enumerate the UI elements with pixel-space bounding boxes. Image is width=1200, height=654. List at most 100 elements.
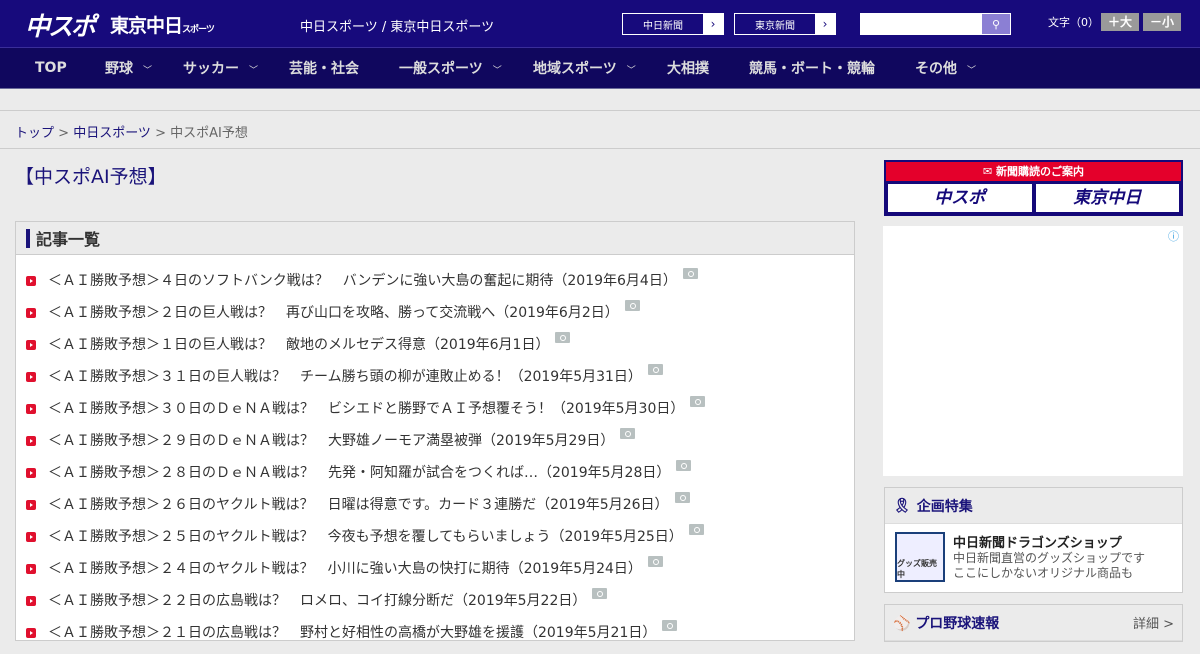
nav-racing[interactable]: 競馬・ボート・競輪 — [749, 58, 875, 78]
subscribe-tokyo-button[interactable]: 東京中日 — [1035, 184, 1179, 212]
article-item[interactable]: ＜ＡＩ勝敗予想＞２６日のヤクルト戦は？ 日曜は得意です。カード３連勝だ（2019… — [16, 492, 854, 526]
article-item[interactable]: ＜ＡＩ勝敗予想＞２９日のＤｅＮＡ戦は？ 大野雄ノーモア満塁被弾（2019年5月2… — [16, 428, 854, 462]
newspaper-icon: ✉ — [982, 165, 997, 178]
article-link[interactable]: ＜ＡＩ勝敗予想＞２４日のヤクルト戦は？ 小川に強い大島の快打に期待（2019年5… — [48, 558, 642, 578]
detail-link[interactable]: 詳細 > — [1133, 613, 1174, 632]
search-input[interactable] — [861, 14, 982, 34]
breadcrumb-top[interactable]: トップ — [15, 126, 54, 141]
search-icon[interactable]: ⚲ — [982, 14, 1010, 34]
nav-label: 野球 — [105, 61, 133, 77]
subscription-title-text: 新聞購読のご案内 — [996, 165, 1085, 178]
article-item[interactable]: ＜ＡＩ勝敗予想＞４日のソフトバンク戦は？ バンデンに強い大島の奮起に期待（201… — [16, 268, 854, 302]
nav-label: 芸能・社会 — [289, 61, 359, 77]
baseball-icon: ⚾ — [893, 615, 916, 632]
nav-label: 一般スポーツ — [399, 61, 483, 77]
video-icon — [26, 308, 36, 318]
font-larger-button[interactable]: ＋大 — [1101, 13, 1139, 31]
article-item[interactable]: ＜ＡＩ勝敗予想＞２４日のヤクルト戦は？ 小川に強い大島の快打に期待（2019年5… — [16, 556, 854, 590]
breadcrumb: トップ > 中日スポーツ > 中スポAI予想 — [0, 111, 1200, 149]
link-label: 東京新聞 — [755, 20, 795, 32]
video-icon — [26, 372, 36, 382]
chuspo-logo[interactable]: 中スポ — [25, 7, 96, 43]
article-list-heading: 記事一覧 — [36, 230, 101, 249]
article-item[interactable]: ＜ＡＩ勝敗予想＞２５日のヤクルト戦は？ 今夜も予想を覆してもらいましょう（201… — [16, 524, 854, 558]
chevron-down-icon: ﹀ — [143, 66, 153, 76]
chevron-down-icon: ﹀ — [492, 66, 502, 76]
article-link[interactable]: ＜ＡＩ勝敗予想＞２１日の広島戦は？ 野村と好相性の高橋が大野雄を援護（2019年… — [48, 622, 656, 642]
article-item[interactable]: ＜ＡＩ勝敗予想＞２８日のＤｅＮＡ戦は？ 先発・阿知羅が試合をつくれば…（2019… — [16, 460, 854, 494]
video-icon — [26, 596, 36, 606]
nav-label: 大相撲 — [667, 61, 709, 77]
video-icon — [26, 468, 36, 478]
article-link[interactable]: ＜ＡＩ勝敗予想＞３１日の巨人戦は？ チーム勝ち頭の柳が連敗止める！（2019年5… — [48, 366, 642, 386]
nav-general-sports[interactable]: 一般スポーツ ﹀ — [399, 58, 502, 78]
site-header: 中スポ 東京中日スポーツ 中日スポーツ / 東京中日スポーツ 中日新聞 › 東京新… — [0, 0, 1200, 48]
camera-icon — [676, 460, 692, 471]
breadcrumb-sep: > — [150, 126, 171, 141]
article-list-box: 記事一覧 ＜ＡＩ勝敗予想＞４日のソフトバンク戦は？ バンデンに強い大島の奮起に期… — [15, 221, 855, 641]
tokyo-chunichi-logo[interactable]: 東京中日スポーツ — [110, 11, 215, 38]
nav-local-sports[interactable]: 地域スポーツ ﹀ — [533, 58, 636, 78]
article-item[interactable]: ＜ＡＩ勝敗予想＞３０日のＤｅＮＡ戦は？ ビシエドと勝野でＡＩ予想覆そう！（201… — [16, 396, 854, 430]
feature-desc: 中日新聞直営のグッズショップです — [953, 551, 1146, 565]
video-icon — [26, 276, 36, 286]
nav-sumo[interactable]: 大相撲 — [667, 58, 709, 78]
article-link[interactable]: ＜ＡＩ勝敗予想＞３０日のＤｅＮＡ戦は？ ビシエドと勝野でＡＩ予想覆そう！（201… — [48, 398, 684, 418]
article-link[interactable]: ＜ＡＩ勝敗予想＞２２日の広島戦は？ ロメロ、コイ打線分断だ（2019年5月22日… — [48, 590, 586, 610]
article-link[interactable]: ＜ＡＩ勝敗予想＞１日の巨人戦は？ 敵地のメルセデス得意（2019年6月1日） — [48, 334, 549, 354]
article-list: ＜ＡＩ勝敗予想＞４日のソフトバンク戦は？ バンデンに強い大島の奮起に期待（201… — [16, 255, 854, 654]
logo-sub: スポーツ — [182, 25, 215, 35]
dragons-shop-link[interactable]: グッズ販売中 中日新聞ドラゴンズショップ 中日新聞直営のグッズショップです ここにし… — [885, 524, 1182, 592]
camera-icon — [624, 300, 640, 311]
feature-heading: 企画特集 — [916, 498, 973, 515]
dragons-shop-thumbnail: グッズ販売中 — [895, 532, 945, 582]
article-link[interactable]: ＜ＡＩ勝敗予想＞２６日のヤクルト戦は？ 日曜は得意です。カード３連勝だ（2019… — [48, 494, 669, 514]
camera-icon — [620, 428, 636, 439]
nav-top[interactable]: TOP — [35, 60, 67, 76]
font-smaller-button[interactable]: －小 — [1143, 13, 1181, 31]
camera-icon — [690, 396, 706, 407]
article-link[interactable]: ＜ＡＩ勝敗予想＞２５日のヤクルト戦は？ 今夜も予想を覆してもらいましょう（201… — [48, 526, 683, 546]
nav-entertainment[interactable]: 芸能・社会 — [289, 58, 359, 78]
heading-bar — [26, 228, 30, 248]
article-item[interactable]: ＜ＡＩ勝敗予想＞１日の巨人戦は？ 敵地のメルセデス得意（2019年6月1日） — [16, 332, 854, 366]
tagline: 中日スポーツ / 東京中日スポーツ — [300, 20, 495, 35]
font-size-label: 文字（0） — [1048, 16, 1099, 29]
article-item[interactable]: ＜ＡＩ勝敗予想＞２２日の広島戦は？ ロメロ、コイ打線分断だ（2019年5月22日… — [16, 588, 854, 622]
subscription-title: ✉ 新聞購読のご案内 — [886, 162, 1181, 181]
breadcrumb-section[interactable]: 中日スポーツ — [73, 126, 151, 141]
nav-soccer[interactable]: サッカー ﹀ — [183, 58, 258, 78]
video-icon — [26, 436, 36, 446]
subscribe-chuspo-button[interactable]: 中スポ — [888, 184, 1032, 212]
camera-icon — [688, 524, 704, 535]
ad-info-icon[interactable]: ⓘ — [1168, 228, 1179, 244]
logo-text: 東京中日 — [110, 15, 183, 37]
baseball-live-panel: ⚾ プロ野球速報 詳細 > — [884, 604, 1183, 642]
nav-label: 競馬・ボート・競輪 — [749, 61, 875, 77]
chevron-down-icon: ﹀ — [967, 66, 977, 76]
feature-panel: 🎗 企画特集 グッズ販売中 中日新聞ドラゴンズショップ 中日新聞直営のグッズショップ… — [884, 487, 1183, 593]
feature-title: 中日新聞ドラゴンズショップ — [953, 536, 1122, 551]
feature-desc: ここにしかないオリジナル商品も — [953, 566, 1134, 580]
article-item[interactable]: ＜ＡＩ勝敗予想＞２１日の広島戦は？ 野村と好相性の高橋が大野雄を援護（2019年… — [16, 620, 854, 654]
article-item[interactable]: ＜ＡＩ勝敗予想＞２日の巨人戦は？ 再び山口を攻略、勝って交流戦へ（2019年6月… — [16, 300, 854, 334]
nav-other[interactable]: その他 ﹀ — [915, 58, 976, 78]
chevron-right-icon: › — [815, 14, 835, 34]
article-item[interactable]: ＜ＡＩ勝敗予想＞３１日の巨人戦は？ チーム勝ち頭の柳が連敗止める！（2019年5… — [16, 364, 854, 398]
nav-baseball[interactable]: 野球 ﹀ — [105, 58, 152, 78]
chevron-down-icon: ﹀ — [626, 66, 636, 76]
page-title: 【中スポAI予想】 — [15, 166, 167, 188]
video-icon — [26, 404, 36, 414]
sidebar: ✉ 新聞購読のご案内 中スポ 東京中日 ⓘ 🎗 企画特集 グッズ販売中 中日新聞ドラ… — [883, 160, 1183, 642]
baseball-heading: プロ野球速報 — [915, 615, 1000, 632]
article-link[interactable]: ＜ＡＩ勝敗予想＞２日の巨人戦は？ 再び山口を攻略、勝って交流戦へ（2019年6月… — [48, 302, 619, 322]
tokyo-shimbun-link[interactable]: 東京新聞 › — [734, 13, 836, 35]
ad-slot[interactable]: ⓘ — [883, 226, 1183, 476]
chunichi-shimbun-link[interactable]: 中日新聞 › — [622, 13, 724, 35]
video-icon — [26, 500, 36, 510]
article-link[interactable]: ＜ＡＩ勝敗予想＞２８日のＤｅＮＡ戦は？ 先発・阿知羅が試合をつくれば…（2019… — [48, 462, 670, 482]
article-list-header: 記事一覧 — [16, 222, 854, 255]
camera-icon — [662, 620, 678, 631]
article-link[interactable]: ＜ＡＩ勝敗予想＞２９日のＤｅＮＡ戦は？ 大野雄ノーモア満塁被弾（2019年5月2… — [48, 430, 614, 450]
article-link[interactable]: ＜ＡＩ勝敗予想＞４日のソフトバンク戦は？ バンデンに強い大島の奮起に期待（201… — [48, 270, 677, 290]
